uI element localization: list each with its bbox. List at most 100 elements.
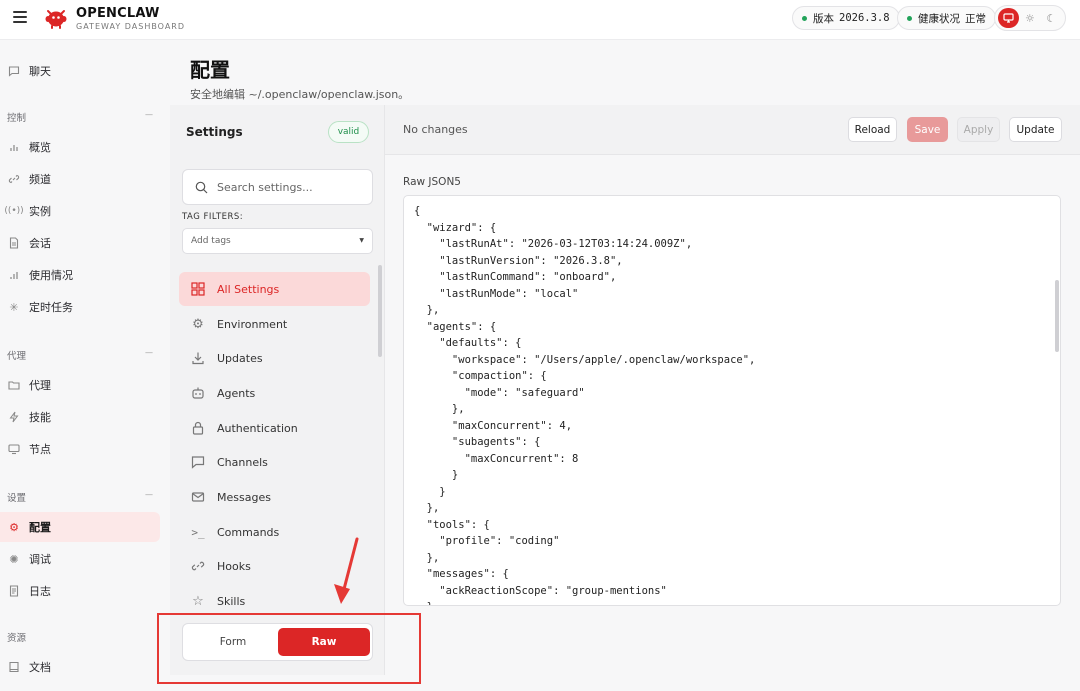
save-button[interactable]: Save [907,117,948,142]
loader-icon: ✳ [9,300,19,314]
settings-item-label: Agents [217,386,256,400]
sidebar-item-label: 调试 [29,553,51,566]
sidebar-item-debug[interactable]: ✺ 调试 [0,544,160,574]
brand-subtitle: GATEWAY DASHBOARD [76,22,186,31]
form-mode-button[interactable]: Form [187,628,279,656]
apply-button[interactable]: Apply [957,117,1000,142]
settings-item-skills[interactable]: ☆ Skills [179,584,370,618]
settings-item-environment[interactable]: ⚙ Environment [179,307,370,341]
sidebar-item-nodes[interactable]: 节点 [0,434,160,464]
sidebar-item-chat[interactable]: 聊天 [0,56,160,86]
monitor-theme-button[interactable] [998,8,1020,28]
settings-item-authentication[interactable]: Authentication [179,411,370,445]
moon-icon: ☾ [1046,11,1057,25]
settings-item-label: Environment [217,317,288,331]
gear-icon: ⚙ [192,316,204,332]
settings-item-commands[interactable]: >_ Commands [179,515,370,549]
sidebar-item-label: 节点 [29,443,51,456]
raw-mode-button[interactable]: Raw [278,628,370,656]
health-pill: 健康状况 正常 [897,6,996,30]
reload-button[interactable]: Reload [848,117,897,142]
chat-icon [190,454,206,470]
sidebar-item-usage[interactable]: 使用情况 [0,260,160,290]
chat-icon [8,65,20,77]
sidebar-item-sessions[interactable]: 会话 [0,228,160,258]
search-input[interactable] [217,180,367,194]
menu-icon[interactable] [13,11,27,23]
status-badge: valid [328,121,369,143]
raw-json-label: Raw JSON5 [403,176,461,188]
list-scrollbar[interactable] [378,265,382,357]
sidebar: 聊天 控制 — 概览 频道 ((•)) 实例 会话 使用情况 ✳ 定时任务 代理… [0,40,170,691]
settings-item-label: Updates [217,351,263,365]
sidebar-item-agents[interactable]: 代理 [0,370,160,400]
settings-item-messages[interactable]: Messages [179,480,370,514]
sidebar-item-logs[interactable]: 日志 [0,576,160,606]
settings-panel: Settings valid TAG FILTERS: Add tags ▼ A… [170,105,385,675]
settings-item-hooks[interactable]: Hooks [179,549,370,583]
bug-icon: ✺ [9,552,19,566]
settings-item-label: Authentication [217,421,298,435]
editor-body: Raw JSON5 { "wizard": { "lastRunAt": "20… [385,155,1080,675]
settings-item-agents[interactable]: Agents [179,376,370,410]
raw-json-editor[interactable]: { "wizard": { "lastRunAt": "2026-03-12T0… [403,195,1061,606]
sidebar-item-channels[interactable]: 频道 [0,164,160,194]
sidebar-item-label: 聊天 [29,65,51,78]
sidebar-item-label: 文档 [29,661,51,674]
sidebar-item-label: 定时任务 [29,301,73,314]
collapse-icon[interactable]: — [145,110,153,119]
link-icon [8,173,20,185]
mail-icon [190,489,206,505]
json-code[interactable]: { "wizard": { "lastRunAt": "2026-03-12T0… [414,203,755,605]
terminal-icon: >_ [191,525,205,539]
usage-chart-icon [8,269,20,281]
bottom-strip [170,675,1080,691]
update-button[interactable]: Update [1009,117,1062,142]
chevron-down-icon: ▼ [359,237,364,244]
settings-item-label: Commands [217,525,280,539]
collapse-icon[interactable]: — [145,348,153,357]
settings-item-label: Messages [217,490,271,504]
sidebar-item-label: 配置 [29,521,51,534]
brand-title: OPENCLAW [76,6,160,21]
settings-item-channels[interactable]: Channels [179,445,370,479]
book-icon [8,661,20,673]
sidebar-item-label: 频道 [29,173,51,186]
bar-chart-icon [8,141,20,153]
sun-icon: ☼ [1025,11,1035,25]
version-label: 版本 [813,12,834,25]
sidebar-item-overview[interactable]: 概览 [0,132,160,162]
openclaw-logo-icon [45,10,67,29]
link-icon [190,558,206,574]
health-value: 正常 [965,12,986,25]
sidebar-item-instances[interactable]: ((•)) 实例 [0,196,160,226]
settings-item-all[interactable]: All Settings [179,272,370,306]
search-icon [195,181,208,193]
editor-toolbar: No changes Reload Save Apply Update [385,105,1080,155]
page-subtitle: 安全地编辑 ~/.openclaw/openclaw.json。 [190,88,410,101]
robot-icon [190,385,206,401]
sidebar-item-docs[interactable]: 文档 [0,652,160,682]
sidebar-item-cron[interactable]: ✳ 定时任务 [0,292,160,322]
download-icon [190,350,206,366]
settings-item-label: Skills [217,594,246,608]
settings-item-label: Hooks [217,559,251,573]
editor-scrollbar[interactable] [1055,280,1059,352]
light-theme-button[interactable]: ☼ [1019,8,1040,28]
section-agent: 代理 [7,351,27,362]
sidebar-item-skills[interactable]: 技能 [0,402,160,432]
tag-select[interactable]: Add tags ▼ [182,228,373,254]
document-icon [8,237,20,249]
settings-item-updates[interactable]: Updates [179,341,370,375]
section-control: 控制 [7,113,27,124]
version-value: 2026.3.8 [839,12,890,24]
monitor-icon [1003,13,1014,23]
folder-icon [8,379,20,391]
tag-filters-label: TAG FILTERS: [182,212,244,222]
search-box [182,169,373,205]
sidebar-item-config[interactable]: ⚙ 配置 [0,512,160,542]
collapse-icon[interactable]: — [145,490,153,499]
theme-switcher: ☼ ☾ [994,5,1066,31]
dark-theme-button[interactable]: ☾ [1041,8,1062,28]
settings-item-label: Channels [217,455,268,469]
